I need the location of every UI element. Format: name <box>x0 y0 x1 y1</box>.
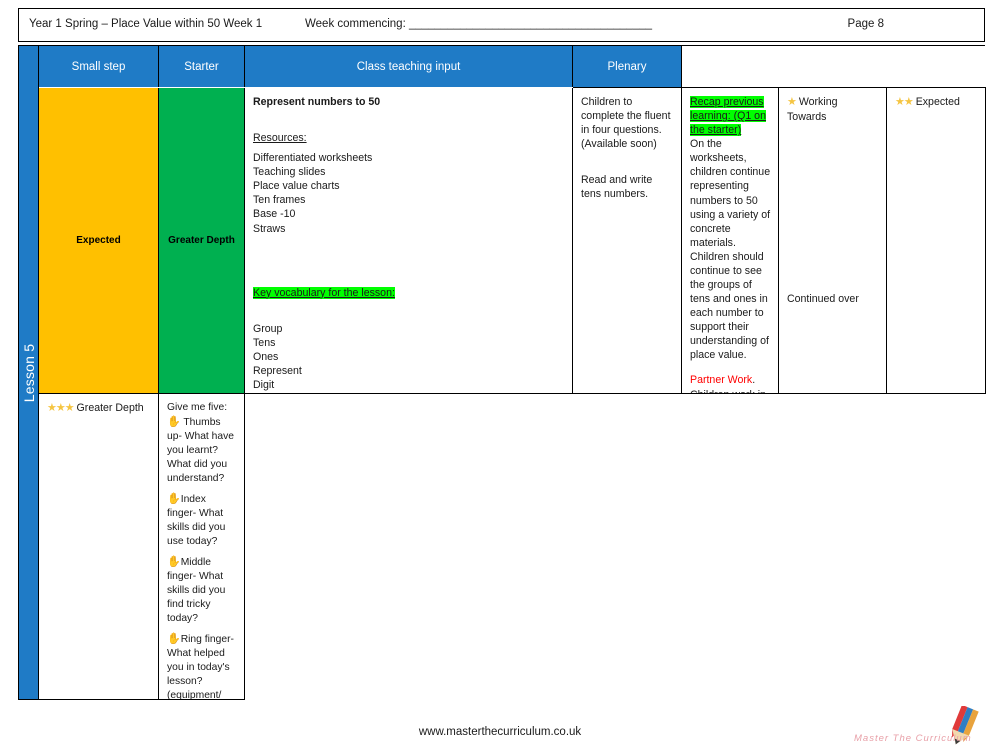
cell-expected: ★★ Expected <box>887 88 986 394</box>
cell-starter: Children to complete the fluent in four … <box>573 88 682 394</box>
list-item: Tens <box>253 336 276 349</box>
small-step-vocab-heading: Key vocabulary for the lesson: <box>253 286 565 300</box>
plenary-item: ✋Ring finger- What helped you in today's… <box>167 632 237 699</box>
list-item: Group <box>253 322 283 335</box>
header-title: Year 1 Spring – Place Value within 50 We… <box>29 18 263 30</box>
star-icon: ★ <box>787 96 797 108</box>
plenary-item: ✋Index finger- What skills did you use t… <box>167 492 237 549</box>
pencil-icon <box>938 704 984 751</box>
list-item: Ones <box>253 350 279 363</box>
recap-heading-label: Recap previous learning: (Q1 on the star… <box>690 96 766 137</box>
hand-icon: ✋ <box>167 416 181 428</box>
subheader-expected: Expected <box>39 88 159 394</box>
recap-heading: Recap previous learning: (Q1 on the star… <box>690 95 771 137</box>
column-header-small-step: Small step <box>39 46 159 87</box>
list-item: Value <box>253 392 565 393</box>
header-week-commencing: Week commencing: _______________________… <box>305 18 653 30</box>
working-towards-entry: ★ Working Towards <box>787 95 879 124</box>
partner-work-paragraph: Partner Work. Children work in pairs. En… <box>690 373 771 393</box>
list-item: Base -10 <box>253 208 296 221</box>
partner-work-label: Partner Work <box>690 374 753 387</box>
column-header-plenary: Plenary <box>573 46 682 87</box>
list-item: Straws <box>253 222 286 235</box>
cell-greater-depth: ★★★ Greater Depth <box>39 394 159 700</box>
starter-paragraph-1: Children to complete the fluent in four … <box>581 96 671 151</box>
subheader-greater-depth-label: Greater Depth <box>168 235 235 246</box>
list-item: Ten frames <box>253 194 306 207</box>
starter-paragraph-2: Read and write tens numbers. <box>581 174 653 201</box>
recap-body: On the worksheets, children continue rep… <box>690 138 771 362</box>
lesson-spine-label: Lesson 5 <box>20 343 37 402</box>
document-header: Year 1 Spring – Place Value within 50 We… <box>18 8 985 42</box>
column-header-starter: Starter <box>159 46 245 87</box>
list-item: Digit <box>253 379 275 392</box>
expected-label: Expected <box>915 96 960 108</box>
plenary-item: ✋ Thumbs up- What have you learnt? What … <box>167 415 237 486</box>
cell-working-towards: ★ Working Towards Continued over <box>779 88 887 394</box>
cell-class-teaching-input: Recap previous learning: (Q1 on the star… <box>682 88 779 394</box>
continued-over-note: Continued over <box>787 292 859 305</box>
small-step-vocab-heading-label: Key vocabulary for the lesson: <box>253 286 395 299</box>
column-header-class-teaching-input-label: Class teaching input <box>356 60 461 73</box>
column-header-starter-label: Starter <box>184 60 219 73</box>
cell-plenary: Give me five: ✋ Thumbs up- What have you… <box>159 394 245 700</box>
hand-icon: ✋ <box>167 556 181 568</box>
list-item: Differentiated worksheets <box>253 152 373 165</box>
hand-icon: ✋ <box>167 633 181 645</box>
star-icon: ★★ <box>895 96 914 108</box>
brand-logo: Master The Curriculum <box>852 704 992 751</box>
greater-depth-entry: ★★★ Greater Depth <box>47 401 151 416</box>
expected-entry: ★★ Expected <box>895 95 978 110</box>
lesson-plan-page: Year 1 Spring – Place Value within 50 We… <box>0 0 1000 750</box>
star-icon: ★★★ <box>47 402 75 414</box>
header-page-number: Page 8 <box>847 18 884 30</box>
greater-depth-label: Greater Depth <box>76 402 144 414</box>
lesson-spine: Lesson 5 <box>18 45 38 700</box>
table-grid: Small step Starter Class teaching input … <box>38 45 986 700</box>
list-item: Teaching slides <box>253 166 326 179</box>
subheader-greater-depth: Greater Depth <box>159 88 245 394</box>
column-header-class-teaching-input: Class teaching input <box>245 46 573 87</box>
plenary-item: ✋Middle finger- What skills did you find… <box>167 555 237 626</box>
small-step-heading: Represent numbers to 50 <box>253 96 381 108</box>
footer-url: www.masterthecurriculum.co.uk <box>418 726 582 738</box>
small-step-resources-label: Resources: <box>253 132 307 145</box>
cell-small-step: Represent numbers to 50 Resources: Diffe… <box>245 88 573 394</box>
hand-icon: ✋ <box>167 493 181 505</box>
small-step-resources-list: Differentiated worksheets Teaching slide… <box>253 151 565 235</box>
small-step-vocabulary-list: Group Tens Ones Represent Digit Value <box>253 322 565 393</box>
lesson-plan-table: Lesson 5 Small step Starter Class teachi… <box>18 45 986 700</box>
column-header-small-step-label: Small step <box>71 60 126 73</box>
list-item: Place value charts <box>253 180 340 193</box>
column-header-plenary-label: Plenary <box>607 60 647 73</box>
subheader-expected-label: Expected <box>76 235 121 246</box>
list-item: Represent <box>253 364 302 377</box>
brand-logo-text: Master The Curriculum <box>854 733 972 744</box>
plenary-heading: Give me five: <box>167 402 228 413</box>
